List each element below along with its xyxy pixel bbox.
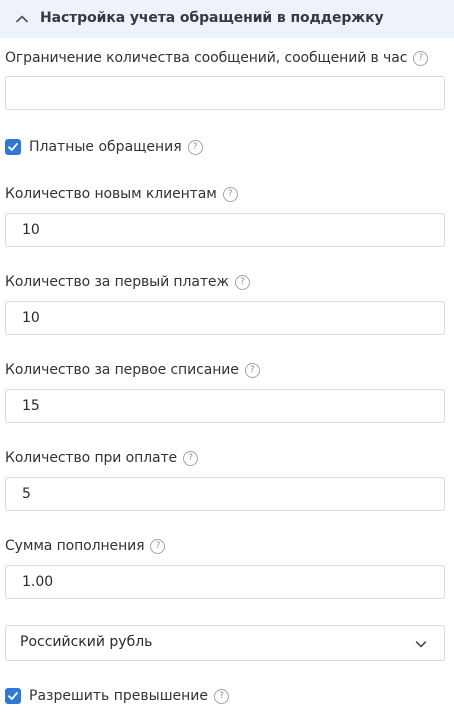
checkmark-icon bbox=[8, 692, 18, 700]
limit-label: Ограничение количества сообщений, сообще… bbox=[5, 50, 429, 66]
help-icon[interactable]: ? bbox=[183, 450, 199, 466]
currency-select[interactable]: Российский рубль bbox=[5, 625, 445, 661]
on-payment-label: Количество при оплате ? bbox=[5, 450, 199, 466]
new-clients-input[interactable]: 10 bbox=[5, 213, 445, 247]
chevron-down-icon bbox=[415, 641, 427, 648]
currency-select-value: Российский рубль bbox=[20, 634, 153, 650]
first-payment-label: Количество за первый платеж ? bbox=[5, 274, 250, 290]
help-icon[interactable]: ? bbox=[244, 362, 260, 378]
first-charge-input[interactable]: 15 bbox=[5, 389, 445, 423]
on-payment-input[interactable]: 5 bbox=[5, 477, 445, 511]
topup-amount-label: Сумма пополнения ? bbox=[5, 538, 166, 554]
section-title: Настройка учета обращений в поддержку bbox=[40, 10, 384, 26]
checkmark-icon bbox=[8, 143, 18, 151]
help-icon[interactable]: ? bbox=[187, 139, 203, 155]
new-clients-label: Количество новым клиентам ? bbox=[5, 186, 238, 202]
paid-requests-checkbox-row[interactable]: Платные обращения ? bbox=[5, 139, 203, 155]
topup-amount-input[interactable]: 1.00 bbox=[5, 565, 445, 599]
help-icon[interactable]: ? bbox=[222, 186, 238, 202]
paid-requests-checkbox[interactable] bbox=[5, 139, 21, 155]
first-charge-label: Количество за первое списание ? bbox=[5, 362, 260, 378]
allow-overdraft-checkbox[interactable] bbox=[5, 688, 21, 704]
help-icon[interactable]: ? bbox=[234, 274, 250, 290]
allow-overdraft-checkbox-row[interactable]: Разрешить превышение ? bbox=[5, 688, 229, 704]
help-icon[interactable]: ? bbox=[150, 538, 166, 554]
help-icon[interactable]: ? bbox=[213, 688, 229, 704]
chevron-up-icon bbox=[16, 15, 28, 23]
section-header[interactable]: Настройка учета обращений в поддержку bbox=[0, 0, 454, 38]
support-settings-panel: Настройка учета обращений в поддержку Ог… bbox=[0, 0, 454, 718]
first-payment-input[interactable]: 10 bbox=[5, 301, 445, 335]
allow-overdraft-label: Разрешить превышение bbox=[29, 688, 208, 704]
paid-requests-label: Платные обращения bbox=[29, 139, 182, 155]
limit-input[interactable] bbox=[5, 76, 445, 110]
help-icon[interactable]: ? bbox=[413, 50, 429, 66]
